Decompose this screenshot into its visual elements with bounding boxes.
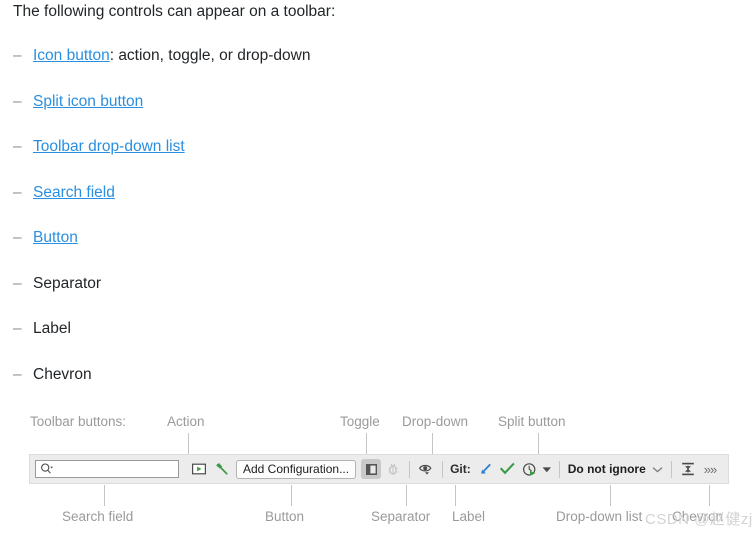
- toolbar-separator: [558, 460, 560, 478]
- ignore-dropdown[interactable]: Do not ignore: [568, 462, 663, 476]
- link-icon-button[interactable]: Icon button: [33, 47, 110, 64]
- callout-split-button: Split button: [498, 414, 566, 429]
- ignore-dropdown-value: Do not ignore: [567, 462, 646, 476]
- commit-checkmark-icon[interactable]: [498, 459, 518, 479]
- list-dash: –: [13, 274, 22, 292]
- callout-search-field: Search field: [62, 509, 134, 524]
- list-item: – Search field: [13, 183, 733, 229]
- callout-toggle: Toggle: [340, 414, 380, 429]
- list-item: – Button: [13, 228, 733, 274]
- split-button-dropdown-arrow-icon[interactable]: [542, 466, 552, 473]
- list-item-text: Toolbar drop-down list: [33, 137, 185, 157]
- chevron-overflow-icon[interactable]: »»: [704, 463, 718, 476]
- list-dash: –: [13, 320, 22, 337]
- list-item-text: Split icon button: [33, 92, 143, 112]
- toolbar-separator: [670, 460, 672, 478]
- link-button[interactable]: Button: [33, 229, 78, 246]
- leader-line-toggle: [366, 433, 367, 454]
- callout-toolbar-buttons: Toolbar buttons:: [30, 414, 127, 429]
- list-dash: –: [13, 183, 22, 201]
- list-dash: –: [13, 92, 22, 110]
- link-toolbar-drop-down-list[interactable]: Toolbar drop-down list: [33, 138, 185, 155]
- list-item-rest: : action, toggle, or drop-down: [109, 47, 311, 64]
- expand-collapse-icon[interactable]: [678, 459, 698, 479]
- list-item-text: Separator: [33, 274, 101, 294]
- list-dash: –: [13, 47, 22, 64]
- list-item-text: Icon button: action, toggle, or drop-dow…: [33, 46, 310, 66]
- list-item: – Chevron: [13, 365, 733, 411]
- callout-label: Label: [452, 509, 486, 524]
- callout-action: Action: [167, 414, 205, 429]
- list-item: – Split icon button: [13, 92, 733, 138]
- callout-drop-down: Drop-down: [402, 414, 469, 429]
- callout-button: Button: [265, 509, 305, 524]
- add-configuration-button[interactable]: Add Configuration...: [236, 459, 357, 479]
- list-item-text: Button: [33, 228, 78, 248]
- leader-line-action: [188, 433, 189, 454]
- toolbar-mockup: Add Configuration... Git: Do not ignore …: [29, 454, 729, 484]
- leader-line-chevron: [709, 485, 710, 506]
- list-item-rest: Label: [33, 320, 71, 337]
- leader-line-split-button: [538, 433, 539, 454]
- list-dash: –: [13, 138, 22, 155]
- toolbar-separator: [442, 460, 444, 478]
- toolbar-separator: [409, 460, 411, 478]
- update-project-arrow-icon[interactable]: [476, 459, 496, 479]
- leader-line-label: [455, 485, 456, 506]
- list-item-rest: Separator: [33, 274, 102, 292]
- list-dash: –: [13, 365, 22, 383]
- list-item: – Icon button: action, toggle, or drop-d…: [13, 46, 733, 92]
- list-item: – Toolbar drop-down list: [13, 137, 733, 183]
- list-item: – Label: [13, 319, 733, 365]
- controls-list: – Icon button: action, toggle, or drop-d…: [13, 46, 733, 410]
- leader-line-separator: [406, 485, 407, 506]
- build-hammer-icon[interactable]: [211, 459, 231, 479]
- leader-line-button: [291, 485, 292, 506]
- csdn-watermark: CSDN @赵健zj: [645, 511, 753, 528]
- leader-line-drop-down-list: [610, 485, 611, 506]
- leader-line-drop-down: [432, 433, 433, 454]
- run-history-split-icon[interactable]: [520, 459, 540, 479]
- toggle-panel-icon[interactable]: [361, 459, 382, 479]
- list-item: – Separator: [13, 274, 733, 320]
- list-item-rest: Chevron: [33, 365, 92, 383]
- list-item-text: Label: [33, 319, 71, 339]
- link-search-field[interactable]: Search field: [33, 184, 115, 201]
- link-split-icon-button[interactable]: Split icon button: [33, 93, 143, 110]
- list-item-text: Search field: [33, 183, 115, 203]
- git-label: Git:: [450, 462, 471, 476]
- list-dash: –: [13, 229, 22, 246]
- callout-drop-down-list: Drop-down list: [556, 509, 643, 524]
- list-item-text: Chevron: [33, 365, 92, 385]
- debug-bug-icon: [383, 459, 403, 479]
- intro-paragraph: The following controls can appear on a t…: [13, 3, 336, 20]
- chevron-down-icon: [652, 466, 663, 473]
- eye-inspect-dropdown-icon[interactable]: [416, 459, 436, 479]
- search-magnifier-icon: [40, 463, 54, 475]
- search-input[interactable]: [35, 460, 179, 478]
- leader-line-search-field: [104, 485, 105, 506]
- callout-separator: Separator: [371, 509, 431, 524]
- run-action-icon[interactable]: [189, 459, 209, 479]
